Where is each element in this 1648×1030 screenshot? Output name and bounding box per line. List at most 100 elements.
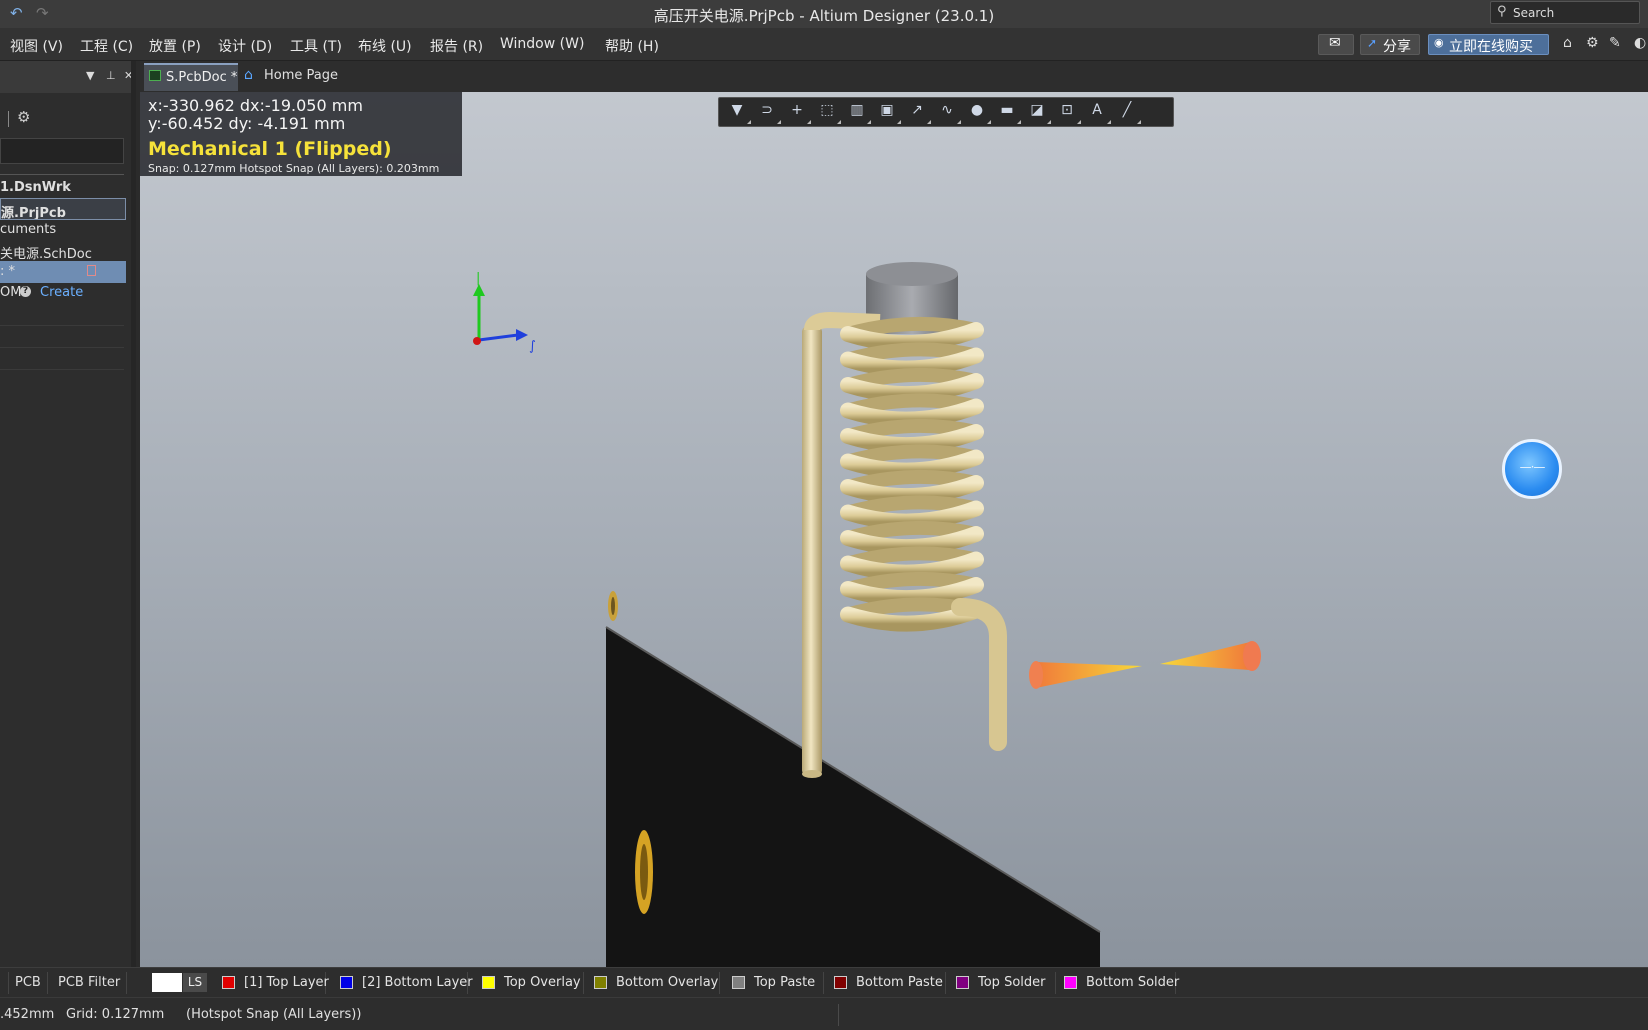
coil-turn-front	[840, 577, 984, 607]
hud-snap-info: Snap: 0.127mm Hotspot Snap (All Layers):…	[148, 162, 440, 175]
menu-place[interactable]: 放置 (P)	[149, 36, 201, 56]
pcb-doc-icon	[149, 70, 161, 81]
layer-tab-bottom-layer[interactable]: [2] Bottom Layer	[332, 972, 473, 994]
svg-text:∫: ∫	[529, 339, 536, 354]
layer-label: Bottom Paste	[856, 975, 943, 990]
layer-tab-bar: PCB PCB Filter LS [1] Top Layer [2] Bott…	[0, 967, 1648, 997]
inductor-lead-right	[951, 598, 1007, 751]
route-icon[interactable]: ⊃	[755, 102, 781, 124]
create-link[interactable]: Create	[40, 285, 83, 300]
layer-set-button[interactable]: LS	[183, 973, 207, 992]
line-icon[interactable]: ╱	[1115, 102, 1141, 124]
buy-label: 立即在线购买	[1449, 39, 1533, 55]
filter-icon[interactable]: ▼	[725, 102, 751, 124]
layer-label: Top Paste	[754, 975, 816, 990]
divider	[0, 369, 124, 370]
pcb-3d-viewport[interactable]: | ∫ x:-330.962 dx:-19.050 mm y:-60.452 d…	[140, 92, 1648, 967]
chat-icon: ✉	[1329, 35, 1341, 51]
layer-tab-top-solder[interactable]: Top Solder	[948, 972, 1056, 994]
user-icon[interactable]: ◐	[1634, 35, 1646, 51]
tree-item-label: OM	[0, 285, 22, 300]
tree-item-bom[interactable]: OM ? Create	[0, 282, 126, 304]
interactive-route-icon[interactable]: ↗	[905, 102, 931, 124]
tree-item-pcbdoc[interactable]: : *	[0, 261, 126, 283]
layer-tab-top-paste[interactable]: Top Paste	[724, 972, 824, 994]
status-coordinates: .452mm	[0, 1007, 55, 1022]
help-icon[interactable]: ?	[20, 286, 31, 297]
tree-item-label: : *	[0, 264, 16, 279]
tab-label: S.PcbDoc *	[166, 70, 238, 85]
menu-view[interactable]: 视图 (V)	[10, 36, 63, 56]
home-icon: ⌂	[244, 67, 253, 83]
panel-toolbar: ⚙	[0, 105, 136, 133]
panel-scrollbar[interactable]	[131, 61, 136, 967]
menu-route[interactable]: 布线 (U)	[358, 36, 412, 56]
menu-project[interactable]: 工程 (C)	[80, 36, 133, 56]
panel-search-input[interactable]	[0, 138, 124, 164]
layer-label: Bottom Solder	[1086, 975, 1180, 990]
menu-reports[interactable]: 报告 (R)	[430, 36, 483, 56]
pin-icon[interactable]: ⊥	[106, 69, 116, 82]
settings-icon[interactable]: ⚙	[17, 108, 30, 126]
text-icon[interactable]: A	[1085, 102, 1111, 124]
tab-pcb-filter[interactable]: PCB Filter	[52, 972, 128, 994]
layer-label: Bottom Overlay	[616, 975, 719, 990]
tab-home-page[interactable]: ⌂ Home Page	[240, 63, 350, 91]
gear-icon[interactable]: ⚙	[1586, 35, 1599, 51]
pad-icon[interactable]: ●	[965, 102, 991, 124]
share-button[interactable]: ➚ 分享	[1360, 34, 1420, 55]
select-rect-icon[interactable]: ⬚	[815, 102, 841, 124]
layer-color-swatch	[222, 976, 235, 989]
dimension-icon[interactable]: ⊡	[1055, 102, 1081, 124]
tree-item-label: 源.PrjPcb	[1, 206, 66, 220]
cart-icon: ◉	[1434, 36, 1444, 49]
coil-turn-front	[840, 449, 984, 479]
coil-turn-front	[840, 373, 984, 403]
coil-turn-front	[840, 347, 984, 377]
tree-item-project[interactable]: 源.PrjPcb	[0, 198, 126, 220]
polygon-icon[interactable]: ▬	[995, 102, 1021, 124]
align-icon[interactable]: ▥	[845, 102, 871, 124]
layer-tab-bottom-paste[interactable]: Bottom Paste	[826, 972, 946, 994]
search-box[interactable]: ⚲ Search	[1490, 1, 1640, 24]
hud-current-layer: Mechanical 1 (Flipped)	[148, 138, 392, 160]
projects-panel: ▼ ⊥ ✕ ⚙ 1.DsnWrk 源.PrjPcb cuments 关电源.Sc…	[0, 61, 136, 967]
length-tune-icon[interactable]: ∿	[935, 102, 961, 124]
layer-tab-bottom-solder[interactable]: Bottom Solder	[1056, 972, 1180, 994]
axis-gizmo-icon: | ∫	[473, 271, 536, 354]
cross-icon[interactable]: +	[785, 102, 811, 124]
tab-pcb-panel[interactable]: PCB	[8, 972, 48, 994]
tree-item-workspace[interactable]: 1.DsnWrk	[0, 177, 126, 199]
menu-bar: 视图 (V) 工程 (C) 放置 (P) 设计 (D) 工具 (T) 布线 (U…	[0, 28, 1648, 61]
buy-online-button[interactable]: ◉ 立即在线购买	[1428, 34, 1549, 55]
home-icon[interactable]: ⌂	[1563, 35, 1572, 51]
layer-color-swatch	[732, 976, 745, 989]
component-icon[interactable]: ▣	[875, 102, 901, 124]
keepout-icon[interactable]: ◪	[1025, 102, 1051, 124]
tree-item-label: cuments	[0, 222, 57, 237]
svg-text:|: |	[476, 271, 480, 286]
window-title: 高压开关电源.PrjPcb - Altium Designer (23.0.1)	[653, 7, 995, 25]
feedback-button[interactable]: ✉	[1318, 34, 1354, 55]
layer-tab-top-layer[interactable]: [1] Top Layer	[214, 972, 329, 994]
layer-set-color[interactable]	[152, 973, 182, 992]
notification-icon[interactable]: ✎	[1609, 35, 1621, 51]
tree-item-label: 1.DsnWrk	[0, 180, 71, 195]
tree-item-documents[interactable]: cuments	[0, 219, 126, 241]
hud-y-coordinate: y:-60.452 dy: -4.191 mm	[148, 114, 346, 133]
menu-tools[interactable]: 工具 (T)	[290, 36, 342, 56]
menu-help[interactable]: 帮助 (H)	[605, 36, 659, 56]
panel-header: ▼ ⊥ ✕	[0, 61, 136, 93]
view-navigation-widget[interactable]: —·—	[1502, 439, 1562, 499]
layer-tab-bottom-overlay[interactable]: Bottom Overlay	[586, 972, 720, 994]
layer-tab-top-overlay[interactable]: Top Overlay	[474, 972, 584, 994]
tab-pcbdoc[interactable]: S.PcbDoc *	[144, 63, 238, 91]
coil-turn-front	[840, 398, 984, 428]
dropdown-icon[interactable]: ▼	[86, 69, 94, 82]
divider	[8, 111, 9, 127]
tree-item-schdoc[interactable]: 关电源.SchDoc	[0, 240, 126, 262]
pcb-board	[605, 591, 1101, 967]
hud-x-coordinate: x:-330.962 dx:-19.050 mm	[148, 96, 363, 115]
menu-design[interactable]: 设计 (D)	[218, 36, 272, 56]
menu-window[interactable]: Window (W)	[500, 36, 584, 52]
